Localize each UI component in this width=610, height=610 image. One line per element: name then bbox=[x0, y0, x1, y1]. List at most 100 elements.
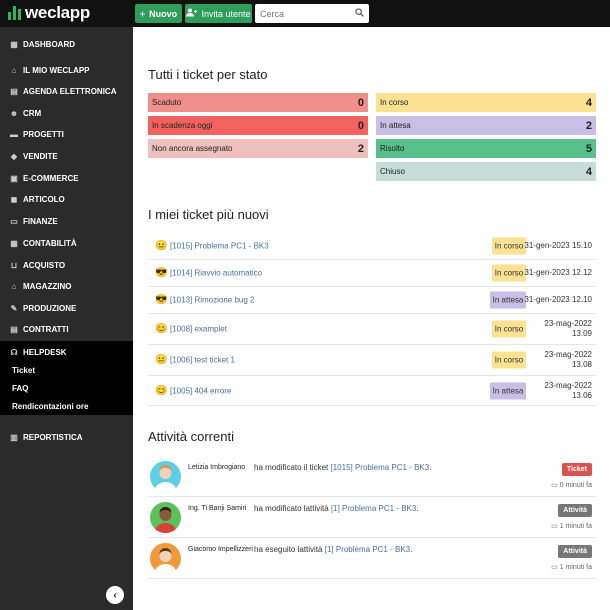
chevron-left-icon: ‹ bbox=[113, 589, 117, 601]
sidebar-item-progetti[interactable]: ▬ PROGETTI bbox=[0, 124, 133, 144]
activity-user-name[interactable]: Ing. Ti Banji Samiri bbox=[188, 505, 246, 512]
ticket-title-link[interactable]: [1014] Riavvio automatico bbox=[170, 269, 262, 278]
sidebar-item-finanze[interactable]: ▭ FINANZE bbox=[0, 211, 133, 231]
helpdesk-section: ☊ HELPDESK Ticket FAQ Rendicontazioni or… bbox=[0, 341, 133, 415]
sidebar-item-crm[interactable]: ☻ CRM bbox=[0, 103, 133, 123]
sidebar-item-acquisto[interactable]: ⊔ ACQUISTO bbox=[0, 255, 133, 275]
satisfaction-neutral-icon: 😐 bbox=[155, 354, 168, 366]
main-content: Tutti i ticket per stato Scaduto 0 In sc… bbox=[133, 27, 610, 610]
activity-section-title: Attività correnti bbox=[148, 429, 234, 444]
status-card-count: 0 bbox=[357, 96, 364, 109]
avatar[interactable] bbox=[150, 461, 181, 492]
activity-link[interactable]: [1015] Problema PC1 - BK3 bbox=[331, 463, 430, 472]
sidebar-item-label: HELPDESK bbox=[23, 347, 67, 357]
status-card-scaduto[interactable]: Scaduto 0 bbox=[148, 93, 368, 112]
search-box[interactable] bbox=[255, 4, 369, 23]
status-card-count: 4 bbox=[585, 96, 592, 109]
ticket-row[interactable]: 😐 [1015] Problema PC1 - BK3 In corso 31-… bbox=[148, 233, 596, 260]
status-card-chiuso[interactable]: Chiuso 4 bbox=[376, 162, 596, 181]
avatar[interactable] bbox=[150, 543, 181, 574]
sidebar-item-label: CRM bbox=[23, 108, 42, 118]
sidebar-item-label: CONTRATTI bbox=[23, 324, 69, 334]
satisfaction-cool-icon: 😎 bbox=[155, 267, 168, 279]
comment-icon: ▭ bbox=[551, 523, 558, 530]
activity-user-name[interactable]: Giacomo Impellizzeri bbox=[188, 546, 253, 553]
status-card-in-scadenza-oggi[interactable]: In scadenza oggi 0 bbox=[148, 116, 368, 135]
sidebar-subitem-faq[interactable]: FAQ bbox=[12, 384, 28, 393]
sidebar-item-produzione[interactable]: ✎ PRODUZIONE bbox=[0, 298, 133, 318]
weclapp-logo[interactable]: weclapp bbox=[8, 4, 90, 21]
invite-user-button[interactable]: Invita utente bbox=[185, 4, 252, 23]
dashboard-icon: ▦ bbox=[10, 39, 18, 49]
sidebar-subitem-ticket[interactable]: Ticket bbox=[12, 366, 35, 375]
ticket-row[interactable]: 😐 [1006] test ticket 1 In corso 23-mag-2… bbox=[148, 345, 596, 376]
sidebar-item-label: VENDITE bbox=[23, 151, 58, 161]
activity-type-badge: Attività bbox=[558, 545, 592, 558]
ticket-date: 31-gen-2023 15.10 bbox=[524, 241, 592, 250]
sidebar-item-reportistica[interactable]: ▥ REPORTISTICA bbox=[0, 427, 133, 447]
wrench-icon: ✎ bbox=[10, 303, 18, 313]
warehouse-icon: ⌂ bbox=[11, 281, 17, 291]
status-card-count: 2 bbox=[585, 119, 592, 132]
sidebar-item-contabilita[interactable]: ▦ CONTABILITÀ bbox=[0, 233, 133, 253]
status-card-label: Non ancora assegnato bbox=[152, 144, 233, 153]
ticket-status-badge: In corso bbox=[492, 264, 526, 282]
status-card-in-corso[interactable]: In corso 4 bbox=[376, 93, 596, 112]
search-input[interactable] bbox=[260, 8, 350, 19]
ticket-title-link[interactable]: [1015] Problema PC1 - BK3 bbox=[170, 242, 269, 251]
activity-text: ha eseguito lattività [1] Problema PC1 -… bbox=[254, 545, 413, 554]
sidebar-item-label: PRODUZIONE bbox=[23, 303, 77, 313]
ticket-date: 23-mag-2022 13.06 bbox=[544, 380, 592, 400]
sidebar-subitem-rendicontazioni[interactable]: Rendicontazioni ore bbox=[12, 402, 88, 411]
activity-time: ▭ 1 minuti fa bbox=[551, 523, 592, 530]
status-card-risolto[interactable]: Risolto 5 bbox=[376, 139, 596, 158]
new-button-label: Nuovo bbox=[149, 8, 178, 19]
activity-type-badge: Ticket bbox=[561, 463, 592, 476]
ticket-row[interactable]: 😎 [1014] Riavvio automatico In corso 31-… bbox=[148, 260, 596, 287]
sidebar-item-il-mio-weclapp[interactable]: ⌂ IL MIO WECLAPP bbox=[0, 60, 133, 80]
sidebar-item-label: IL MIO WECLAPP bbox=[23, 65, 90, 75]
avatar[interactable] bbox=[150, 502, 181, 533]
sidebar: ▦ DASHBOARD ⌂ IL MIO WECLAPP ▤ AGENDA EL… bbox=[0, 27, 133, 610]
ticket-row[interactable]: 😎 [1013] Rimozione bug 2 In attesa 31-ge… bbox=[148, 287, 596, 314]
sidebar-item-vendite[interactable]: ◆ VENDITE bbox=[0, 146, 133, 166]
ticket-title-link[interactable]: [1013] Rimozione bug 2 bbox=[170, 296, 255, 305]
status-card-non-assegnato[interactable]: Non ancora assegnato 2 bbox=[148, 139, 368, 158]
sidebar-item-articolo[interactable]: ◼ ARTICOLO bbox=[0, 189, 133, 209]
search-icon[interactable] bbox=[355, 8, 364, 19]
sidebar-item-agenda[interactable]: ▤ AGENDA ELETTRONICA bbox=[0, 81, 133, 101]
activity-link[interactable]: [1] Problema PC1 - BK3 bbox=[325, 545, 410, 554]
activity-item: Ing. Ti Banji Samiri ha modificato latti… bbox=[148, 499, 596, 538]
sidebar-item-magazzino[interactable]: ⌂ MAGAZZINO bbox=[0, 276, 133, 296]
add-user-icon bbox=[186, 8, 198, 19]
status-card-label: Risolto bbox=[380, 144, 405, 153]
sidebar-item-dashboard[interactable]: ▦ DASHBOARD bbox=[0, 34, 133, 54]
collapse-sidebar-button[interactable]: ‹ bbox=[106, 586, 124, 604]
ticket-title-link[interactable]: [1008] examplet bbox=[170, 325, 227, 334]
sidebar-item-label: DASHBOARD bbox=[23, 39, 75, 49]
invite-user-label: Invita utente bbox=[201, 8, 251, 19]
tag-icon: ◆ bbox=[10, 151, 18, 161]
ticket-date: 23-mag-2022 13.08 bbox=[544, 350, 592, 369]
sidebar-item-helpdesk[interactable]: ☊ HELPDESK bbox=[0, 342, 133, 362]
sidebar-item-label: FINANZE bbox=[23, 216, 58, 226]
new-button[interactable]: + Nuovo bbox=[135, 4, 182, 23]
home-icon: ⌂ bbox=[11, 65, 17, 75]
activity-user-name[interactable]: Letizia Imbrogiano bbox=[188, 464, 245, 471]
comment-icon: ▭ bbox=[551, 482, 558, 489]
activity-link[interactable]: [1] Problema PC1 - BK3 bbox=[331, 504, 416, 513]
ticket-row[interactable]: 😊 [1005] 404 errore In attesa 23-mag-202… bbox=[148, 376, 596, 406]
sidebar-item-e-commerce[interactable]: ▣ E-COMMERCE bbox=[0, 168, 133, 188]
ticket-title-link[interactable]: [1006] test ticket 1 bbox=[170, 356, 235, 365]
sidebar-item-contratti[interactable]: ▤ CONTRATTI bbox=[0, 319, 133, 339]
ticket-title-link[interactable]: [1005] 404 errore bbox=[170, 386, 231, 395]
status-card-label: In corso bbox=[380, 98, 409, 107]
calculator-icon: ▦ bbox=[10, 238, 18, 248]
ticket-row[interactable]: 😊 [1008] examplet In corso 23-mag-2022 13… bbox=[148, 314, 596, 345]
wallet-icon: ▭ bbox=[10, 216, 18, 226]
status-card-label: In scadenza oggi bbox=[152, 121, 213, 130]
activity-time: ▭ 1 minuti fa bbox=[551, 564, 592, 571]
activity-item: Giacomo Impellizzeri ha eseguito lattivi… bbox=[148, 540, 596, 579]
status-card-in-attesa[interactable]: In attesa 2 bbox=[376, 116, 596, 135]
box-icon: ◼ bbox=[10, 194, 18, 204]
